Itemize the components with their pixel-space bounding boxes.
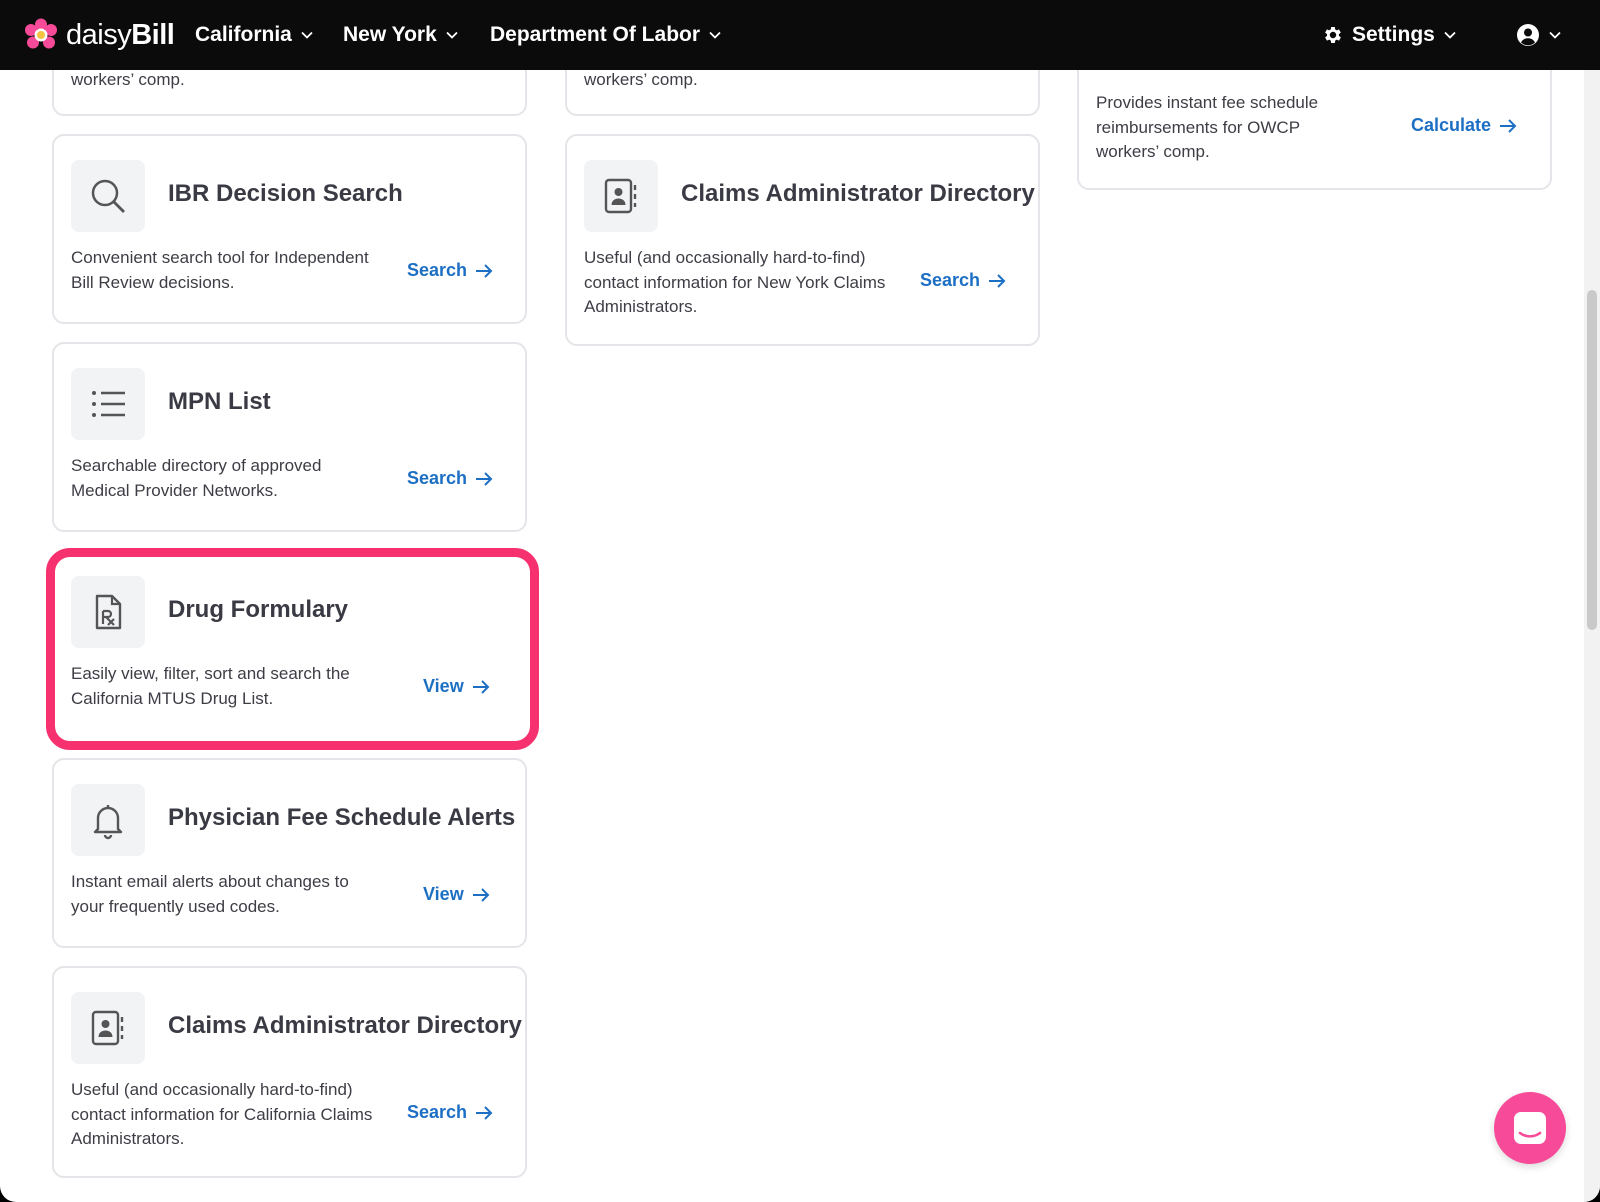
card-description: Instant email alerts about changes to yo…	[71, 872, 349, 916]
nav-menu-new-york-label: New York	[343, 23, 437, 46]
page-scrollbar[interactable]	[1584, 70, 1600, 1202]
chat-launcher-button[interactable]	[1494, 1092, 1566, 1164]
tool-card-claims-admin-directory-ca: Claims Administrator Directory Useful (a…	[52, 966, 527, 1178]
arrow-right-icon	[476, 1105, 493, 1120]
daisybill-logo[interactable]: daisyBill	[24, 17, 175, 53]
search-icon	[91, 179, 125, 213]
search-link-label: Search	[920, 270, 981, 290]
ca-claims-admin-search-link[interactable]: Search	[407, 1102, 493, 1123]
user-account-icon	[1517, 24, 1539, 46]
daisy-flower-icon	[25, 18, 57, 49]
card-title: MPN List	[168, 388, 271, 415]
chevron-down-icon	[301, 31, 313, 39]
top-navigation-bar: daisyBill California New York Department…	[0, 0, 1600, 70]
nav-menu-dol-label: Department Of Labor	[490, 23, 701, 46]
tool-card-mpn-list: MPN List Searchable directory of approve…	[52, 342, 527, 532]
scrollbar-thumb[interactable]	[1587, 290, 1597, 630]
card-icon-box	[71, 784, 145, 856]
gear-icon	[1325, 27, 1341, 43]
calculate-link-label: Calculate	[1411, 115, 1492, 135]
card-title: Claims Administrator Directory	[168, 1012, 522, 1039]
nav-menu-user-account[interactable]	[1516, 20, 1561, 50]
card-icon-box	[584, 160, 658, 232]
card-description: Provides instant fee schedule reimbursem…	[1096, 93, 1319, 161]
nav-menu-new-york[interactable]: New York	[343, 20, 458, 50]
search-link-label: Search	[407, 1102, 468, 1122]
card-description: Convenient search tool for Independent B…	[71, 248, 369, 292]
search-link-label: Search	[407, 468, 468, 488]
nav-menu-settings-label: Settings	[1352, 23, 1435, 46]
ny-claims-admin-search-link[interactable]: Search	[920, 270, 1006, 291]
fee-schedule-alerts-view-link[interactable]: View	[423, 884, 490, 905]
card-icon-box	[71, 368, 145, 440]
chat-icon	[1514, 1112, 1546, 1144]
card-description: workers’ comp.	[584, 70, 698, 89]
card-description: Easily view, filter, sort and search the…	[71, 664, 350, 708]
tool-card-ibr-decision-search: IBR Decision Search Convenient search to…	[52, 134, 527, 324]
card-description: Useful (and occasionally hard-to-find) c…	[584, 248, 886, 316]
calculate-link[interactable]: Calculate	[1411, 115, 1517, 136]
arrow-right-icon	[1500, 118, 1517, 133]
chevron-down-icon	[1549, 31, 1561, 39]
nav-menu-department-of-labor[interactable]: Department Of Labor	[490, 20, 721, 50]
card-title: Claims Administrator Directory	[681, 180, 1035, 207]
tool-card-drug-formulary: Drug Formulary Easily view, filter, sort…	[52, 550, 527, 740]
bell-icon	[93, 805, 123, 840]
contact-book-icon	[604, 178, 637, 214]
card-title: Drug Formulary	[168, 596, 349, 623]
drug-formulary-view-link[interactable]: View	[423, 676, 490, 697]
arrow-right-icon	[989, 273, 1006, 288]
card-description: Searchable directory of approved Medical…	[71, 456, 322, 500]
contact-book-icon	[91, 1010, 124, 1046]
tool-card-physician-fee-schedule-alerts: Physician Fee Schedule Alerts Instant em…	[52, 758, 527, 948]
card-description: workers’ comp.	[71, 70, 185, 89]
page-viewport: daisyBill California New York Department…	[0, 0, 1600, 1202]
arrow-right-icon	[472, 887, 490, 902]
card-title: IBR Decision Search	[168, 180, 403, 207]
nav-menu-california-label: California	[195, 23, 292, 46]
nav-menu-settings[interactable]: Settings	[1322, 20, 1456, 50]
arrow-right-icon	[472, 679, 490, 694]
arrow-right-icon	[476, 471, 493, 486]
card-description: Useful (and occasionally hard-to-find) c…	[71, 1080, 373, 1148]
view-link-label: View	[423, 884, 464, 904]
chevron-down-icon	[709, 31, 721, 39]
tool-card-claims-admin-directory-ny: Claims Administrator Directory Useful (a…	[565, 134, 1040, 346]
card-icon-box	[71, 160, 145, 232]
ibr-search-link[interactable]: Search	[407, 260, 493, 281]
chevron-down-icon	[1444, 31, 1456, 39]
arrow-right-icon	[476, 263, 493, 278]
logo-wordmark: daisyBill	[66, 18, 175, 51]
search-link-label: Search	[407, 260, 468, 280]
prescription-icon	[95, 594, 122, 630]
list-icon	[92, 391, 125, 417]
nav-menu-california[interactable]: California	[195, 20, 313, 50]
card-icon-box	[71, 992, 145, 1064]
card-title: Physician Fee Schedule Alerts	[168, 804, 516, 831]
card-icon-box	[71, 576, 145, 648]
mpn-search-link[interactable]: Search	[407, 468, 493, 489]
chevron-down-icon	[446, 31, 458, 39]
view-link-label: View	[423, 676, 464, 696]
